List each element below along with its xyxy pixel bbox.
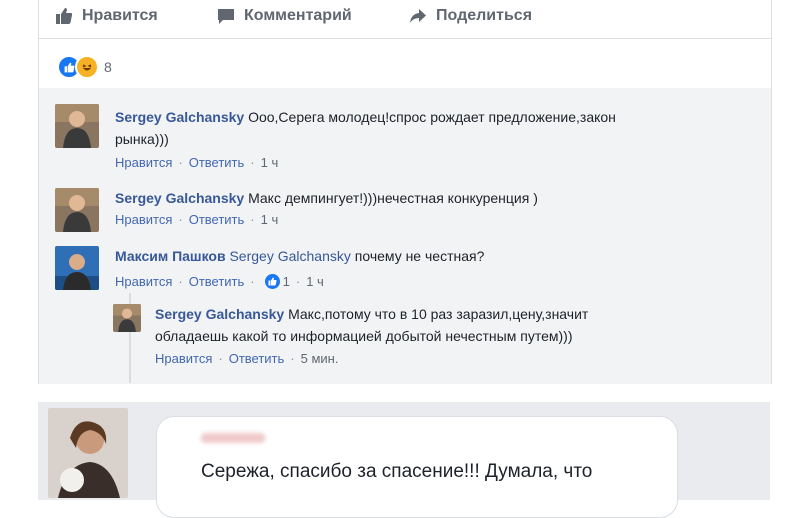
share-icon: [409, 7, 427, 25]
post-actions-bar: Нравится Комментарий Поделиться: [39, 0, 771, 39]
sender-name: [201, 433, 265, 443]
comment-body: Макс,потому что в 10 раз заразил,цену,зн…: [288, 306, 589, 322]
message-preview: Сережа, спасибо за спасение!!! Думала, ч…: [38, 402, 770, 518]
like-action-button[interactable]: Нравится: [55, 7, 158, 25]
mention-link[interactable]: Sergey Galchansky: [229, 248, 350, 264]
meta-separator: ·: [250, 274, 255, 289]
like-action-label: Нравится: [82, 7, 158, 24]
comment-body-continued: рынка))): [115, 131, 169, 147]
comment-body: Макс демпингует!)))нечестная конкуренция…: [248, 190, 538, 206]
haha-reaction-icon: [75, 55, 99, 79]
comment-action-label: Комментарий: [244, 7, 352, 24]
reactions-count: 8: [104, 59, 112, 75]
comment-reply-link[interactable]: Ответить: [189, 155, 245, 170]
comment-author[interactable]: Максим Пашков: [115, 248, 226, 264]
avatar[interactable]: [55, 188, 99, 232]
avatar[interactable]: [48, 408, 128, 498]
comment-icon: [217, 7, 235, 25]
comment-likes-count: 1: [282, 274, 290, 289]
meta-separator: ·: [250, 212, 255, 227]
thumbs-up-icon: [55, 7, 73, 25]
comment-time[interactable]: 1 ч: [306, 274, 324, 289]
comment-author[interactable]: Sergey Galchansky: [115, 190, 244, 206]
comment-like-link[interactable]: Нравится: [115, 274, 172, 289]
meta-separator: ·: [178, 212, 183, 227]
comment-likes-badge[interactable]: 1: [264, 274, 290, 289]
comment-action-button[interactable]: Комментарий: [217, 7, 352, 25]
reply-text: Sergey Galchansky Макс,потому что в 10 р…: [155, 303, 755, 347]
comment-meta: Нравится · Ответить · 1 ч: [115, 155, 278, 170]
comment-author[interactable]: Sergey Galchansky: [155, 306, 284, 322]
comment-time[interactable]: 5 мин.: [301, 351, 339, 366]
meta-separator: ·: [290, 351, 295, 366]
like-reaction-icon: [264, 274, 280, 289]
comment-like-link[interactable]: Нравится: [115, 212, 172, 227]
comment-author[interactable]: Sergey Galchansky: [115, 109, 244, 125]
share-action-button[interactable]: Поделиться: [409, 7, 532, 25]
post-card: Нравится Комментарий Поделиться 8 Sergey…: [38, 0, 772, 384]
message-bubble: Сережа, спасибо за спасение!!! Думала, ч…: [156, 416, 678, 518]
reactions-summary[interactable]: 8: [57, 55, 112, 79]
meta-separator: ·: [178, 274, 183, 289]
comment-like-link[interactable]: Нравится: [115, 155, 172, 170]
comment-reply-link[interactable]: Ответить: [229, 351, 285, 366]
avatar[interactable]: [55, 246, 99, 290]
comment-reply-link[interactable]: Ответить: [189, 212, 245, 227]
comment-text: Sergey Galchansky Ооо,Серега молодец!спр…: [115, 106, 755, 150]
comment-time[interactable]: 1 ч: [261, 155, 279, 170]
comment-body-continued: обладаешь какой то информацией добытой н…: [155, 328, 573, 344]
comment-meta: Нравится · Ответить · 1 ч: [115, 212, 278, 227]
comment-text: Sergey Galchansky Макс демпингует!)))неч…: [115, 187, 755, 209]
comment-meta: Нравится · Ответить · 5 мин.: [155, 351, 338, 366]
meta-separator: ·: [218, 351, 223, 366]
comment-meta: Нравится · Ответить · 1 · 1 ч: [115, 274, 324, 289]
avatar[interactable]: [113, 304, 141, 332]
meta-separator: ·: [178, 155, 183, 170]
meta-separator: ·: [295, 274, 301, 289]
avatar[interactable]: [55, 104, 99, 148]
comment-body: Ооо,Серега молодец!спрос рождает предлож…: [248, 109, 616, 125]
share-action-label: Поделиться: [436, 7, 533, 24]
comment-text: Максим Пашков Sergey Galchansky почему н…: [115, 245, 755, 267]
meta-separator: ·: [250, 155, 255, 170]
comment-body: почему не честная?: [354, 248, 485, 264]
message-text-blurred: [201, 495, 206, 517]
comment-reply-link[interactable]: Ответить: [189, 274, 245, 289]
comment-like-link[interactable]: Нравится: [155, 351, 212, 366]
comment-time[interactable]: 1 ч: [261, 212, 279, 227]
message-text: Сережа, спасибо за спасение!!! Думала, ч…: [201, 461, 593, 482]
